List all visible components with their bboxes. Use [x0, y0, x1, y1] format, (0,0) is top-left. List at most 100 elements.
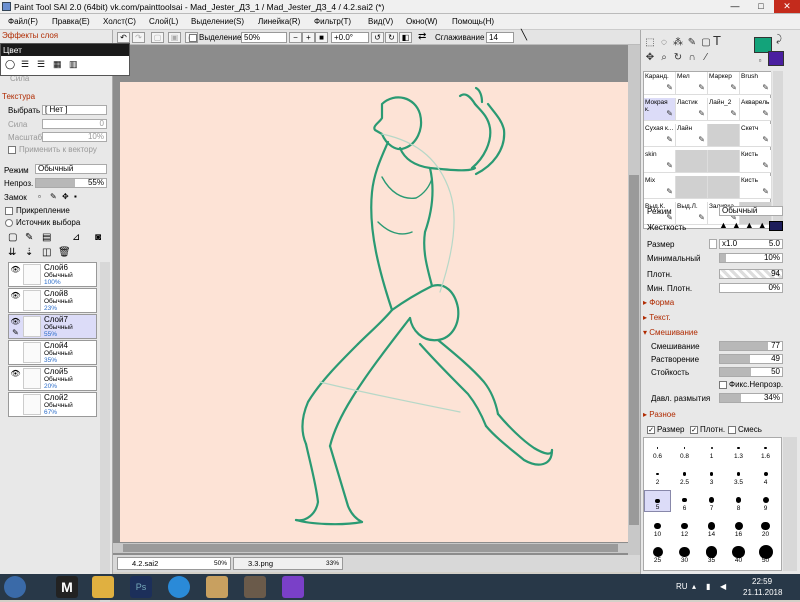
size-mult-dropdown[interactable]: [709, 239, 717, 249]
keep-opacity-checkbox[interactable]: [719, 381, 727, 389]
blur-pressure-slider[interactable]: 34%: [719, 393, 783, 403]
brush-size-preset[interactable]: 12: [671, 516, 698, 538]
rotation-select[interactable]: +0.0°: [331, 32, 369, 43]
rotate-tool-icon[interactable]: ↻: [672, 52, 684, 64]
tex-scale-slider[interactable]: 10%: [42, 132, 107, 142]
brush-size-preset[interactable]: 8: [725, 490, 752, 512]
brush-slot[interactable]: skin ✎: [644, 150, 676, 173]
hardness-selected[interactable]: [769, 221, 783, 231]
layer-item[interactable]: 👁 Слой6 Обычный 100%: [8, 262, 97, 287]
visibility-eye-icon[interactable]: 👁: [10, 291, 21, 300]
brush-slot[interactable]: [708, 150, 740, 173]
transfer-icon[interactable]: ⇣: [25, 247, 33, 258]
misc-header[interactable]: ▸ Разное: [643, 410, 676, 419]
horizontal-scroll-thumb[interactable]: [123, 544, 618, 552]
transparent-color-icon[interactable]: ▫: [754, 55, 766, 67]
bucket-icon[interactable]: ✎: [686, 37, 698, 49]
opacity-slider[interactable]: 55%: [35, 178, 107, 188]
vertical-scrollbar[interactable]: [628, 45, 640, 555]
brush-slot[interactable]: Акварель ✎: [740, 98, 772, 121]
hsv-slider-icon[interactable]: ☰: [37, 59, 45, 70]
text-tool-icon[interactable]: T: [711, 34, 723, 47]
doc-tab-1[interactable]: 4.2.sai2 50%: [117, 557, 231, 570]
blending-header[interactable]: ▾ Смешивание: [643, 328, 698, 337]
blend-mode-dropdown[interactable]: Обычный: [35, 164, 107, 174]
language-indicator[interactable]: RU: [676, 582, 688, 591]
brush-slot[interactable]: [676, 176, 708, 199]
menu-selection[interactable]: Выделение(S): [191, 17, 244, 26]
move-icon[interactable]: ✥: [644, 52, 656, 64]
vertical-scroll-thumb[interactable]: [629, 175, 639, 525]
brush-size-preset[interactable]: 25: [644, 542, 671, 564]
menu-help[interactable]: Помощь(H): [452, 17, 494, 26]
brush-slot[interactable]: Mix ✎: [644, 176, 676, 199]
layer-item[interactable]: Слой2 Обычный 67%: [8, 392, 97, 417]
texture-section-header[interactable]: ▸ Текст.: [643, 313, 671, 322]
min-size-slider[interactable]: 10%: [719, 253, 783, 263]
brush-size-preset[interactable]: 1.6: [752, 438, 779, 460]
apply-vector-checkbox[interactable]: [8, 146, 16, 154]
new-layer-icon[interactable]: ▢: [8, 232, 17, 243]
taskbar-app-m-icon[interactable]: M: [56, 576, 78, 598]
visibility-eye-icon[interactable]: 👁: [10, 369, 21, 378]
brush-size-preset[interactable]: 35: [698, 542, 725, 564]
visibility-eye-icon[interactable]: [10, 343, 21, 352]
flip-icon[interactable]: ◧: [399, 32, 412, 43]
brush-size-preset[interactable]: 14: [698, 516, 725, 538]
dilution-slider[interactable]: 49: [719, 354, 783, 364]
zoom-in-button[interactable]: +: [302, 32, 315, 43]
rgb-slider-icon[interactable]: ☰: [21, 59, 29, 70]
hardness-shapes[interactable]: ▲▲▲▲: [719, 220, 771, 230]
tex-strength-slider[interactable]: 0: [42, 119, 107, 129]
layer-effects-header[interactable]: Эффекты слоя: [2, 31, 58, 40]
hand-icon[interactable]: ∩: [686, 52, 698, 64]
start-button[interactable]: [4, 576, 26, 598]
min-density-slider[interactable]: 0%: [719, 283, 783, 293]
doc-tab-2[interactable]: 3.3.png 33%: [233, 557, 343, 570]
brush-size-preset[interactable]: 40: [725, 542, 752, 564]
brush-size-preset[interactable]: 6: [671, 490, 698, 512]
size-slider[interactable]: x1.0 5.0: [719, 239, 783, 249]
swap-colors-icon[interactable]: ⤸: [773, 34, 785, 46]
zoom-select[interactable]: 50%: [241, 32, 287, 43]
visibility-eye-icon[interactable]: 👁: [10, 265, 21, 274]
density-pressure-checkbox[interactable]: ✓: [690, 426, 698, 434]
taskbar-browser-icon[interactable]: [168, 576, 190, 598]
layer-item[interactable]: 👁 Слой8 Обычный 23%: [8, 288, 97, 313]
brush-size-preset[interactable]: 2.5: [671, 464, 698, 486]
brush-size-preset[interactable]: 30: [671, 542, 698, 564]
size-pressure-checkbox[interactable]: ✓: [647, 426, 655, 434]
brush-slot[interactable]: Мокрая к. ✎: [644, 98, 676, 121]
density-slider[interactable]: 94: [719, 269, 783, 279]
selection-checkbox[interactable]: [189, 34, 197, 42]
secondary-color-swatch[interactable]: [768, 51, 784, 66]
merge-down-icon[interactable]: ⇊: [8, 247, 16, 258]
texture-header[interactable]: Текстура: [2, 92, 35, 101]
new-linework-icon[interactable]: ✎: [25, 232, 33, 243]
mix-pressure-checkbox[interactable]: [728, 426, 736, 434]
layer-item[interactable]: Слой4 Обычный 35%: [8, 340, 97, 365]
maximize-button[interactable]: □: [748, 0, 774, 13]
size-grid-scrollbar[interactable]: [783, 437, 797, 571]
horizontal-scrollbar[interactable]: [113, 543, 628, 553]
swatches-icon[interactable]: ▥: [69, 59, 78, 70]
lock-paint-icon[interactable]: ✎: [50, 192, 57, 201]
clipping-checkbox[interactable]: [5, 207, 13, 215]
color-wheel-icon[interactable]: ◯: [5, 59, 15, 70]
rotate-right-icon[interactable]: ↻: [385, 32, 398, 43]
line-tool-icon[interactable]: ╲: [521, 30, 527, 41]
brush-size-preset[interactable]: 7: [698, 490, 725, 512]
brush-size-preset[interactable]: 3.5: [725, 464, 752, 486]
brush-size-preset[interactable]: 4: [752, 464, 779, 486]
brush-size-preset[interactable]: 3: [698, 464, 725, 486]
menu-layer[interactable]: Слой(L): [149, 17, 178, 26]
smoothing-select[interactable]: 14: [486, 32, 514, 43]
deselect-icon[interactable]: ▢: [151, 32, 164, 43]
redo-icon[interactable]: ↷: [132, 32, 145, 43]
delete-layer-icon[interactable]: 🗑: [58, 247, 71, 258]
layer-tool-icon[interactable]: ⊿: [72, 232, 80, 243]
eyedropper-icon[interactable]: ⁄: [700, 52, 712, 64]
brush-slot[interactable]: Brush ✎: [740, 72, 772, 95]
new-folder-icon[interactable]: ▤: [42, 232, 51, 243]
form-header[interactable]: ▸ Форма: [643, 298, 674, 307]
